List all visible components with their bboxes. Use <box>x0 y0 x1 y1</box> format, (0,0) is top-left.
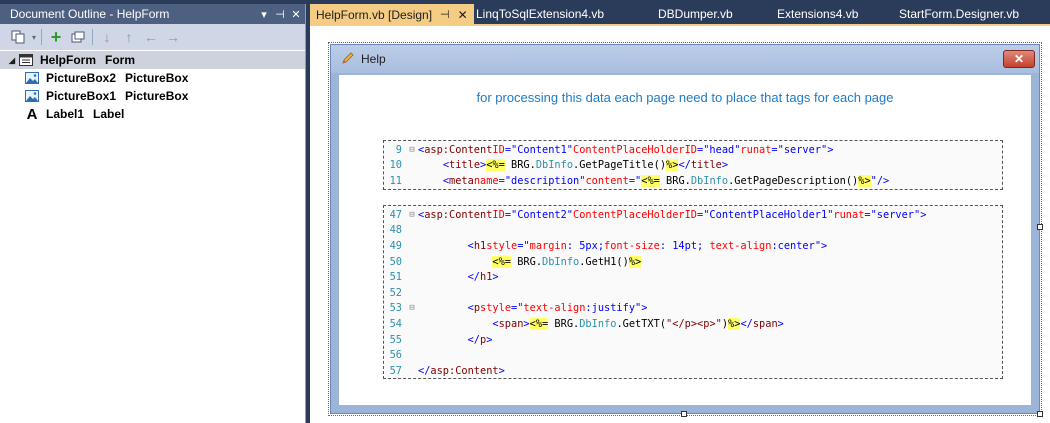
code-line: 50 <%= BRG. DbInfo .GetH1() %> <box>384 254 1002 270</box>
line-number: 51 <box>389 271 402 284</box>
collapse-icon[interactable]: ◢ <box>6 56 18 65</box>
code-line: 48 <box>384 223 1002 239</box>
document-outline-panel: Document Outline - HelpForm ▾ ⊣ ✕ ▾ + ↓ … <box>0 4 306 423</box>
line-number: 57 <box>389 364 402 377</box>
line-number: 10 <box>389 159 402 172</box>
line-number: 56 <box>389 349 402 362</box>
tab-helpform-design[interactable]: HelpForm.vb [Design] ⊣ ✕ <box>310 4 474 24</box>
label-icon: A <box>26 105 38 123</box>
designer-surface: Help ✕ for processing this data each pag… <box>310 26 1050 423</box>
line-number: 55 <box>389 333 402 346</box>
line-number: 48 <box>389 224 402 237</box>
label1[interactable]: for processing this data each page need … <box>339 90 1031 105</box>
line-number: 50 <box>389 255 402 268</box>
line-number: 11 <box>389 174 402 187</box>
form-icon <box>18 53 34 67</box>
resize-handle-right[interactable] <box>1037 224 1043 230</box>
resize-handle-bottom[interactable] <box>681 411 687 417</box>
tree-item-helpform[interactable]: ◢ HelpForm Form <box>0 51 305 69</box>
line-number: 47 <box>389 208 402 221</box>
tree-item-type: PictureBox <box>125 89 189 103</box>
arrow-left-icon[interactable]: ← <box>140 27 162 47</box>
tree-item-type: Form <box>105 53 136 67</box>
arrow-up-icon[interactable]: ↑ <box>118 27 140 47</box>
tab-linqtosqlextension4[interactable]: LinqToSqlExtension4.vb <box>474 4 652 24</box>
document-tabs: HelpForm.vb [Design] ⊣ ✕ LinqToSqlExtens… <box>310 4 1050 24</box>
outline-toolbar: ▾ + ↓ ↑ ← → <box>0 24 305 50</box>
copy-icon[interactable] <box>8 27 30 47</box>
tab-label: StartForm.Designer.vb <box>899 7 1020 21</box>
code-line: 47 ⊟ < asp:Content ID ="Content2" ContentPla… <box>384 207 1002 223</box>
tab-label: HelpForm.vb [Design] <box>316 7 433 22</box>
resize-handle-corner[interactable] <box>1037 411 1043 417</box>
close-tab-icon[interactable]: ✕ <box>458 8 468 22</box>
pencil-icon <box>341 51 355 68</box>
line-number: 49 <box>389 239 402 252</box>
tab-dbdumper[interactable]: DBDumper.vb <box>652 4 771 24</box>
outline-title: Document Outline - HelpForm <box>10 7 170 21</box>
fold-icon: ⊟ <box>409 209 415 220</box>
form-close-button[interactable]: ✕ <box>1003 50 1035 68</box>
tab-label: DBDumper.vb <box>658 7 733 21</box>
pin-icon[interactable]: ⊣ <box>273 8 287 21</box>
form-title: Help <box>361 52 386 66</box>
tree-item-picturebox2[interactable]: PictureBox2 PictureBox <box>0 69 305 87</box>
picture-icon <box>24 71 40 85</box>
line-number: 53 <box>389 302 402 315</box>
pin-icon[interactable]: ⊣ <box>440 8 450 21</box>
code-line: 10 < title > <%= BRG. DbInfo .GetPageTitle()%… <box>384 158 1002 174</box>
form-title-bar: Help ✕ <box>331 45 1039 73</box>
picturebox2[interactable]: 47 ⊟ < asp:Content ID ="Content2" ContentPla… <box>383 205 1003 379</box>
window-position-icon[interactable]: ▾ <box>257 8 271 21</box>
code-line: 56 <box>384 347 1002 363</box>
code-line: 54 < span > <%= BRG. DbInfo .GetTXT("</p><p>"… <box>384 316 1002 332</box>
line-number: 9 <box>395 143 402 156</box>
picturebox1[interactable]: 9 ⊟ < asp:Content ID ="Content1" ContentPlac… <box>383 140 1003 190</box>
code-line: 57 </asp:Content > <box>384 363 1002 379</box>
add-icon[interactable]: + <box>45 27 67 47</box>
tree-item-label1[interactable]: A Label1 Label <box>0 105 305 123</box>
tree-item-name: PictureBox1 <box>46 89 117 103</box>
outline-tree: ◢ HelpForm Form PictureBox2 PictureBox P… <box>0 50 305 123</box>
code-line: 11 < meta name ="description" content =" <%=… <box>384 173 1002 189</box>
code-line: 49 < h1 style =" margin: 5px; font-size: 14p… <box>384 238 1002 254</box>
tree-item-name: HelpForm <box>40 53 97 67</box>
tab-extensions4[interactable]: Extensions4.vb <box>771 4 893 24</box>
toolbar-separator <box>41 29 42 45</box>
help-form[interactable]: Help ✕ for processing this data each pag… <box>330 44 1040 414</box>
line-number: 54 <box>389 317 402 330</box>
tree-item-picturebox1[interactable]: PictureBox1 PictureBox <box>0 87 305 105</box>
outline-title-bar: Document Outline - HelpForm ▾ ⊣ ✕ <box>0 4 305 24</box>
toolbar-separator <box>92 29 93 45</box>
fold-icon: ⊟ <box>409 303 415 314</box>
tree-item-name: PictureBox2 <box>46 71 117 85</box>
arrow-right-icon[interactable]: → <box>162 27 184 47</box>
tab-label: Extensions4.vb <box>777 7 859 21</box>
code-line: 51 </h1 > <box>384 269 1002 285</box>
code-line: 53 ⊟ < p style =" text-align:justify"> <box>384 301 1002 317</box>
code-line: 55 </p > <box>384 332 1002 348</box>
form-client-area: for processing this data each page need … <box>339 75 1031 405</box>
dropdown-arrow-icon[interactable]: ▾ <box>30 27 38 47</box>
picture-icon <box>24 89 40 103</box>
arrow-down-icon[interactable]: ↓ <box>96 27 118 47</box>
new-window-icon[interactable] <box>67 27 89 47</box>
close-icon[interactable]: ✕ <box>289 8 303 21</box>
tab-label: LinqToSqlExtension4.vb <box>476 7 605 21</box>
tree-item-name: Label1 <box>46 107 85 121</box>
tree-item-type: Label <box>93 107 125 121</box>
code-line: 52 <box>384 285 1002 301</box>
code-line: 9 ⊟ < asp:Content ID ="Content1" ContentPlac… <box>384 142 1002 158</box>
fold-icon: ⊟ <box>409 144 415 155</box>
tab-startform-designer[interactable]: StartForm.Designer.vb <box>893 4 1043 24</box>
line-number: 52 <box>389 286 402 299</box>
tree-item-type: PictureBox <box>125 71 189 85</box>
